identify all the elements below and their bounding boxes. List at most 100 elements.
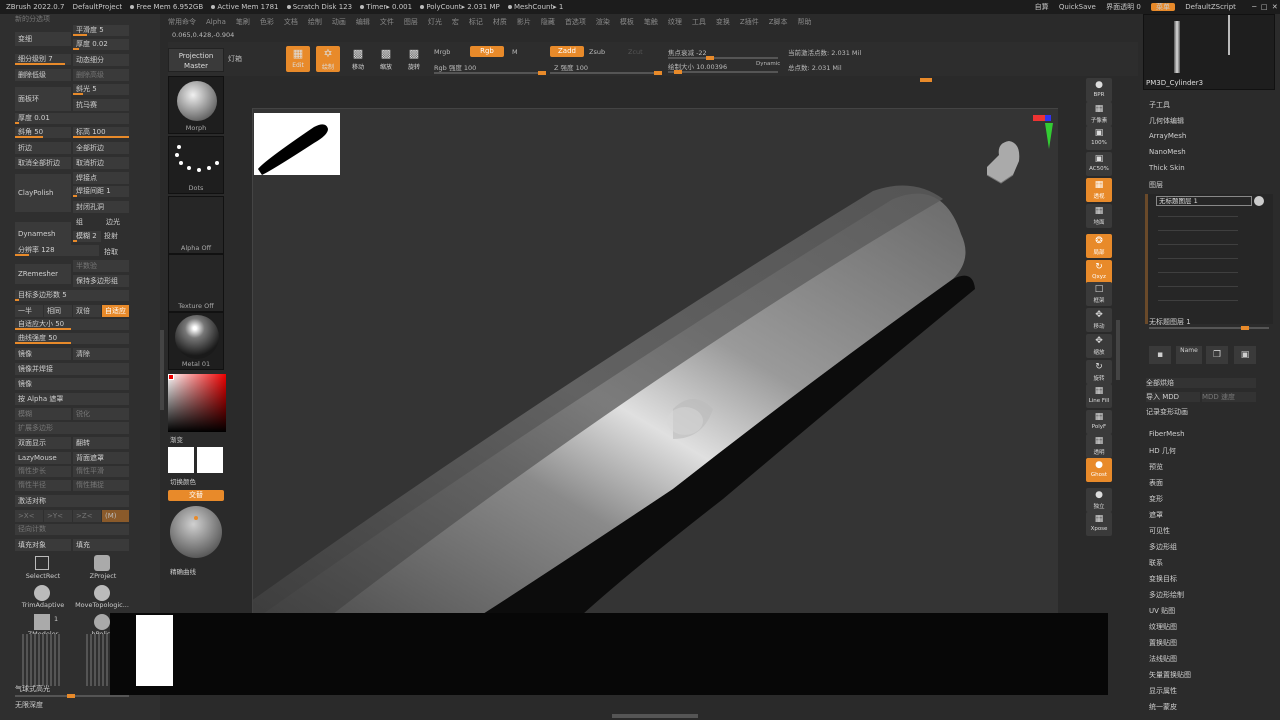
thickness2-slider[interactable]: 厚度 0.01 — [15, 113, 129, 124]
adaptive-size-slider[interactable]: 自适应大小 50 — [15, 319, 129, 330]
menu-item[interactable]: 宏 — [452, 18, 459, 26]
bevel-slider[interactable]: 斜光 5 — [73, 84, 129, 95]
zmodeler-icon[interactable] — [34, 614, 50, 630]
fill-button[interactable]: 填充 — [73, 539, 129, 551]
tool-menu-item[interactable]: HD 几何 — [1149, 446, 1176, 456]
weld-points-button[interactable]: 焊接点 — [73, 172, 129, 184]
blur-mask-button[interactable]: 模糊 — [15, 408, 71, 420]
menu-item[interactable]: 灯光 — [428, 18, 442, 26]
fill-object-button[interactable]: 填充对象 — [15, 539, 71, 551]
duplicate-layer-icon[interactable]: ❐ — [1206, 346, 1228, 364]
menu-item[interactable]: 标记 — [469, 18, 483, 26]
solo-button[interactable]: ● 独立 — [1086, 488, 1112, 512]
alternate-button[interactable]: 交替 — [168, 490, 224, 501]
polyf-button[interactable]: ▦ PolyF — [1086, 410, 1112, 434]
zadd-button[interactable]: Zadd — [550, 46, 584, 57]
record-morph-button[interactable]: 记录变形动画 — [1146, 407, 1188, 417]
sym-y-button[interactable]: >Y< — [44, 510, 72, 522]
tool-menu-item[interactable]: FiberMesh — [1149, 430, 1185, 438]
local-button[interactable]: ❂ 局部 — [1086, 234, 1112, 258]
tool-menu-item[interactable]: 预览 — [1149, 462, 1163, 472]
menu-item[interactable]: 帮助 — [798, 18, 812, 26]
linefill-button[interactable]: ▦ Line Fill — [1086, 384, 1112, 408]
bubble-highlight-track[interactable] — [15, 694, 129, 698]
switch-color-button[interactable]: 切换颜色 — [170, 476, 196, 486]
lazy-snap-slider[interactable]: 惰性捕捉 — [73, 480, 129, 491]
crease-all-button[interactable]: 全部折边 — [73, 142, 129, 154]
dynamic-subdiv-button[interactable]: 动态细分 — [73, 54, 129, 66]
ghost-button[interactable]: ● Ghost — [1086, 458, 1112, 482]
thickness-slider[interactable]: 厚度 0.02 — [73, 39, 129, 50]
rgb-intensity-track[interactable] — [434, 71, 546, 75]
bubble-highlight-label[interactable]: 气球式高光 — [15, 684, 50, 695]
lazy-radius-slider[interactable]: 惰性半径 — [15, 480, 71, 491]
window-controls[interactable]: ─ □ ✕ — [1252, 3, 1280, 11]
close-holes-button[interactable]: 封闭孔洞 — [73, 201, 129, 213]
tool-menu-item[interactable]: 表面 — [1149, 478, 1163, 488]
tool-menu-item[interactable]: 变换目标 — [1149, 574, 1177, 584]
selectrect-icon[interactable] — [35, 556, 49, 570]
tool-menu-item[interactable]: 遮罩 — [1149, 510, 1163, 520]
zremesher-button[interactable]: ZRemesher — [15, 264, 71, 284]
tool-menu-item[interactable]: 几何体编辑 — [1149, 116, 1184, 126]
sym-m-button[interactable]: (M) — [102, 510, 129, 522]
menu-item[interactable]: 变换 — [716, 18, 730, 26]
infinite-depth-label[interactable]: 无限深度 — [15, 700, 43, 711]
menu-item[interactable]: 隐藏 — [541, 18, 555, 26]
import-mdd-button[interactable]: 导入 MDD — [1146, 392, 1200, 402]
menu-item[interactable]: 笔触 — [644, 18, 658, 26]
backface-mask-button[interactable]: 背面遮罩 — [73, 452, 129, 464]
xyz-button[interactable]: ↻ Qxyz — [1086, 260, 1112, 284]
claypolish-button[interactable]: ClayPolish — [15, 174, 71, 212]
weld-dist-slider[interactable]: 焊接间距 1 — [73, 186, 129, 197]
menu-item[interactable]: 纹理 — [668, 18, 682, 26]
by-alpha-mask-button[interactable]: 按 Alpha 遮罩 — [15, 393, 129, 405]
lazy-smooth-slider[interactable]: 惰性平滑 — [73, 466, 129, 477]
menu-button[interactable]: 菜单 — [1151, 3, 1176, 11]
menu-item[interactable]: 文档 — [284, 18, 298, 26]
menu-item[interactable]: 工具 — [692, 18, 706, 26]
material-thumb[interactable]: Metal 01 — [168, 312, 224, 370]
menu-item[interactable]: 模板 — [620, 18, 634, 26]
divide-button[interactable]: 变细 — [15, 32, 71, 46]
double-density-button[interactable]: 双倍 — [73, 305, 101, 317]
alpha-thumb[interactable]: Alpha Off — [168, 196, 224, 254]
tool-menu-item[interactable]: 显示属性 — [1149, 686, 1177, 696]
zsub-button[interactable]: Zsub — [589, 48, 605, 56]
pick-button[interactable]: 拾取 — [104, 247, 118, 258]
orientation-head-icon[interactable] — [981, 131, 1023, 191]
bpr-button[interactable]: ● BPR — [1086, 78, 1112, 102]
menu-item[interactable]: 文件 — [380, 18, 394, 26]
project-toggle[interactable]: 投射 — [104, 231, 118, 242]
crease-button[interactable]: 折边 — [15, 142, 71, 154]
zproject-icon[interactable] — [94, 555, 110, 571]
focal-shift-track[interactable] — [668, 56, 778, 60]
uncrease-all-button[interactable]: 取消全部折边 — [15, 157, 71, 169]
tool-menu-item[interactable]: NanoMesh — [1149, 148, 1186, 156]
polish-button[interactable]: 抗马赛 — [73, 99, 129, 111]
expand-poly-button[interactable]: 扩展多边形 — [15, 422, 129, 434]
tool-menu-item[interactable]: 可见性 — [1149, 526, 1170, 536]
lazy-step-slider[interactable]: 惰性步长 — [15, 466, 71, 477]
uncrease-button[interactable]: 取消折边 — [73, 157, 129, 169]
toolbar-handle[interactable] — [920, 78, 932, 82]
resolution-slider[interactable]: 分辨率 128 — [15, 245, 99, 256]
menu-item[interactable]: 渲染 — [596, 18, 610, 26]
subdiv-slider[interactable]: 细分级别 7 — [15, 54, 71, 65]
layer-name-button[interactable]: Name — [1176, 346, 1202, 364]
layer-name-2[interactable]: 无标题图层 1 — [1149, 317, 1191, 327]
bottom-scroll-handle[interactable] — [612, 714, 698, 718]
hpolish-icon[interactable] — [94, 614, 110, 630]
curve-strength-slider[interactable]: 曲线强度 50 — [15, 333, 129, 344]
draw-size-track[interactable] — [668, 70, 778, 74]
layer-strength-track[interactable] — [1149, 326, 1269, 330]
smooth-slider[interactable]: 平滑度 5 — [73, 25, 129, 36]
tool-menu-item[interactable]: 多边形绘制 — [1149, 590, 1184, 600]
main-color-swatch[interactable] — [168, 447, 194, 473]
transparent-button[interactable]: ▦ 透明 — [1086, 434, 1112, 458]
rotate-button[interactable]: ↻ 旋转 — [1086, 360, 1112, 384]
dynamic-toggle[interactable]: Dynamic — [756, 61, 780, 67]
zoom-button[interactable]: ▣ 100% — [1086, 126, 1112, 150]
bake-all-button[interactable]: 全部烘焙 — [1146, 378, 1256, 388]
blur-slider[interactable]: 模糊 2 — [73, 231, 101, 242]
